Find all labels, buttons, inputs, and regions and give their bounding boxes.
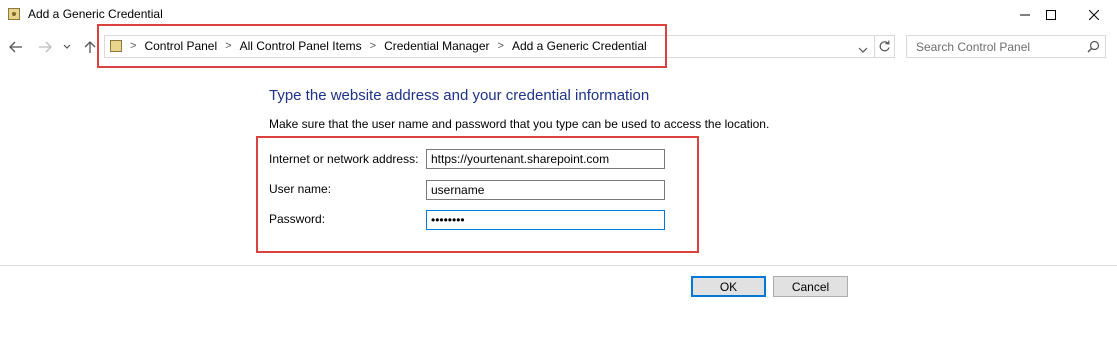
cancel-button[interactable]: Cancel [773, 276, 848, 297]
maximize-button[interactable] [1028, 0, 1074, 30]
address-highlight-box [97, 24, 667, 68]
window-title: Add a Generic Credential [28, 7, 163, 21]
divider [0, 265, 1117, 266]
refresh-button[interactable] [878, 40, 891, 58]
recent-locations-button[interactable] [60, 37, 74, 57]
instruction-text: Make sure that the user name and passwor… [269, 117, 770, 131]
arrow-left-icon [9, 41, 22, 53]
maximize-icon [1046, 10, 1056, 20]
back-button[interactable] [6, 37, 26, 57]
search-placeholder: Search Control Panel [916, 40, 1031, 54]
arrow-right-icon [39, 41, 52, 53]
page-title: Type the website address and your creden… [269, 87, 650, 104]
close-icon [1089, 10, 1099, 20]
search-icon [1087, 40, 1100, 53]
search-icon[interactable] [1087, 40, 1100, 58]
chevron-down-icon [63, 44, 71, 49]
forward-button[interactable] [35, 37, 55, 57]
arrow-up-icon [84, 41, 96, 53]
form-highlight-box [256, 136, 699, 253]
chevron-down-icon [858, 47, 868, 53]
credential-manager-icon [8, 8, 20, 20]
address-divider [874, 36, 875, 57]
ok-button[interactable]: OK [691, 276, 766, 297]
refresh-icon [879, 40, 890, 52]
close-button[interactable] [1071, 0, 1117, 30]
address-dropdown-button[interactable] [858, 41, 868, 59]
